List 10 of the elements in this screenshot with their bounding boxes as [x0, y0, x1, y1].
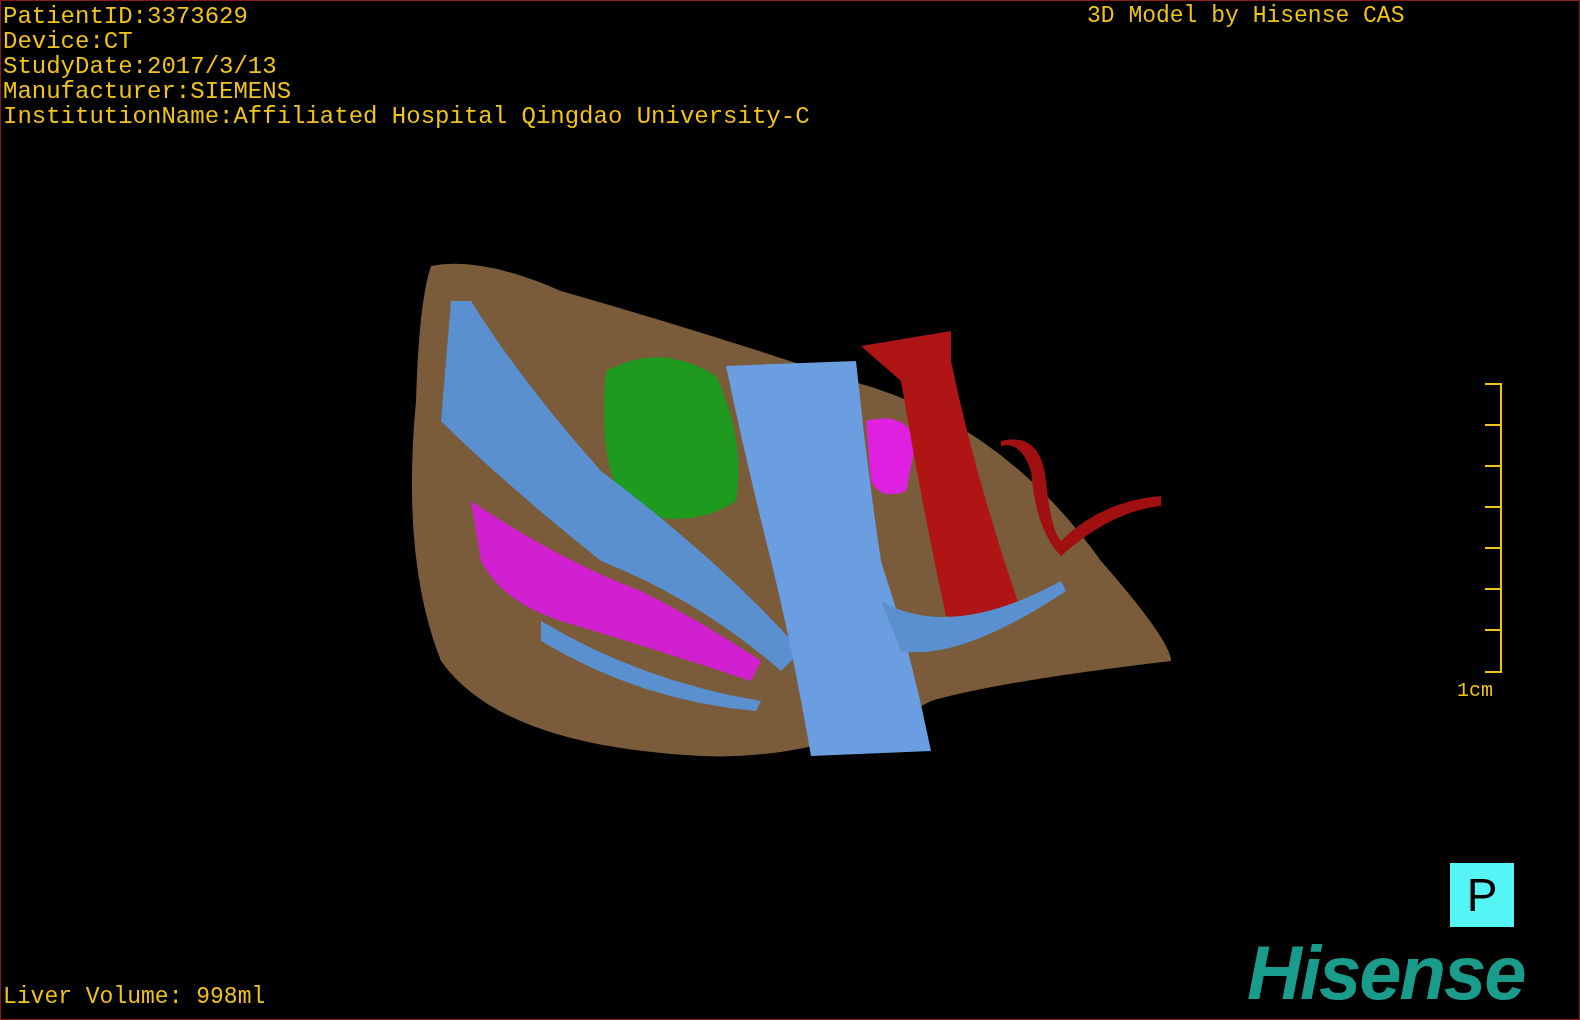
info-line: StudyDate:2017/3/13: [3, 54, 278, 79]
scale-label: 1cm: [1457, 678, 1493, 704]
liver-volume: Liver Volume: 998ml: [3, 985, 266, 1010]
info-line: InstitutionName:Affiliated Hospital Qingdao University-C: [3, 104, 810, 129]
info-line: Manufacturer:SIEMENS: [3, 79, 293, 104]
info-line: Device:CT: [3, 29, 134, 54]
info-line: PatientID:3373629: [3, 4, 249, 29]
orientation-marker: P: [1450, 863, 1514, 927]
logo: Hisense: [1247, 933, 1525, 1013]
view-title: 3D Model by Hisense CAS: [1087, 4, 1405, 29]
